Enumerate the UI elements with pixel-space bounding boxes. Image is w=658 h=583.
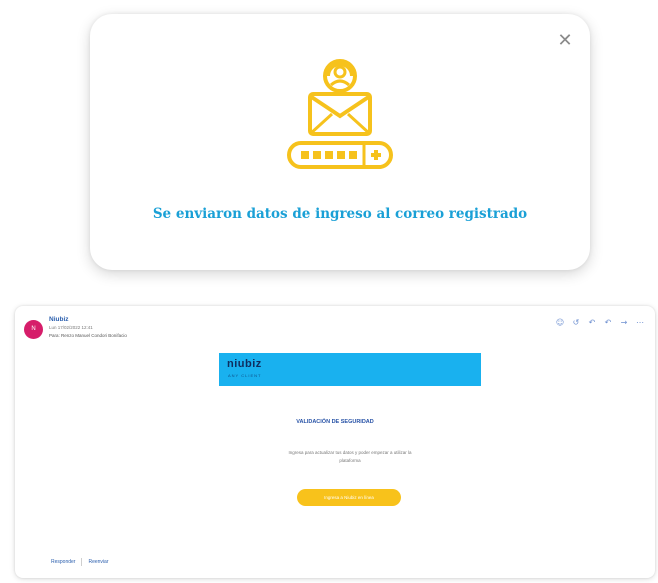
email-date: Lun 17/02/2022 12:41 <box>49 325 93 330</box>
forward-icon[interactable]: → <box>619 318 629 328</box>
security-title: VALIDACIÓN DE SEGURIDAD <box>296 419 374 425</box>
undo-icon[interactable]: ↺ <box>571 318 581 328</box>
email-actions: ☺ ↺ ↶ ↶ → ⋯ <box>555 318 645 328</box>
close-icon[interactable]: ✕ <box>556 32 574 50</box>
avatar: N <box>24 320 43 339</box>
email-preview: N Niubiz Lun 17/02/2022 12:41 Para: Renz… <box>15 306 655 578</box>
footer-divider <box>81 558 83 566</box>
forward-link[interactable]: Reenviar <box>88 559 108 565</box>
email-footer: Responder Reenviar <box>51 558 108 566</box>
to-label: Para: <box>49 333 60 338</box>
reply-icon[interactable]: ↶ <box>587 318 597 328</box>
to-name: Renzo Manuel Condori Bonifacio <box>61 333 127 338</box>
security-text: Ingresa para actualizar tus datos y pode… <box>288 450 412 463</box>
sender-name[interactable]: Niubiz <box>49 316 69 323</box>
login-button[interactable]: Ingresa a Niubiz en línea <box>297 489 401 506</box>
email-recipient: Para: Renzo Manuel Condori Bonifacio <box>49 333 127 338</box>
modal-message: Se enviaron datos de ingreso al correo r… <box>152 206 528 222</box>
email-lock-password-icon <box>287 59 393 169</box>
reply-link[interactable]: Responder <box>51 559 75 565</box>
smile-icon[interactable]: ☺ <box>555 318 565 328</box>
confirmation-modal: ✕ Se enviaron datos de ingreso al correo… <box>90 14 590 270</box>
more-icon[interactable]: ⋯ <box>635 318 645 328</box>
niubiz-logo: niubiz <box>227 358 262 370</box>
reply-all-icon[interactable]: ↶ <box>603 318 613 328</box>
niubiz-banner: niubiz ANY CLIENT <box>219 353 481 386</box>
niubiz-tagline: ANY CLIENT <box>228 373 262 378</box>
